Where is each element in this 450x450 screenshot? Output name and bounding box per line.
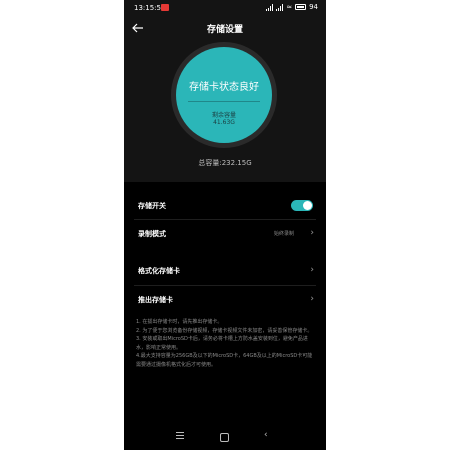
battery-level: 94 [309, 3, 318, 11]
chevron-right-icon: › [310, 294, 314, 304]
page-title: 存储设置 [206, 25, 243, 35]
status-indicators: ≈ 94 [266, 3, 318, 11]
signal-icon-2 [276, 3, 284, 11]
toggle-knob [303, 201, 312, 210]
wifi-icon: ≈ [286, 3, 293, 11]
back-triangle-icon[interactable]: ‹ [264, 430, 268, 440]
battery-icon [295, 4, 307, 10]
notes: 1. 在拔出存储卡时，请先推出存储卡。 2. 为了便于您浏览备份存储视频，存储卡… [136, 318, 316, 369]
menu-icon[interactable] [176, 432, 184, 441]
record-mode-row[interactable]: 录制模式 始终录制 › [124, 220, 326, 247]
signal-icon [266, 3, 274, 11]
note-item: 3. 安装或取出MicroSD卡后，请务必将卡槽上方防水盖安装到位，避免产品进水… [136, 336, 308, 351]
system-nav-bar: ‹ [124, 425, 326, 450]
format-card-row[interactable]: 格式化存储卡 › [124, 257, 326, 284]
phone-screen: 13:15:52 ≈ 94 存储设置 存储卡状态良好 剩余容量 41.63G 总… [124, 0, 326, 450]
chevron-right-icon: › [310, 228, 314, 238]
home-icon[interactable] [220, 433, 229, 442]
record-mode-value: 始终录制 [273, 231, 294, 237]
eject-card-label: 推出存储卡 [138, 296, 173, 304]
circle-divider [188, 101, 260, 102]
header: 存储设置 [124, 16, 326, 40]
storage-switch-toggle[interactable] [291, 200, 313, 211]
record-mode-label: 录制模式 [138, 230, 166, 238]
storage-status-panel: 存储卡状态良好 剩余容量 41.63G 总容量:232.15G [124, 40, 326, 182]
remaining-capacity-value: 41.63G [213, 119, 235, 126]
eject-card-row[interactable]: 推出存储卡 › [124, 286, 326, 313]
storage-switch-row: 存储开关 [124, 192, 326, 219]
total-capacity: 总容量:232.15G [198, 159, 252, 167]
storage-status-text: 存储卡状态良好 [189, 82, 259, 93]
storage-switch-label: 存储开关 [138, 202, 166, 210]
status-bar: 13:15:52 ≈ 94 [124, 0, 326, 16]
chevron-right-icon: › [310, 265, 314, 275]
format-card-label: 格式化存储卡 [138, 267, 180, 275]
remaining-capacity-label: 剩余容量 [211, 112, 236, 119]
status-circle: 存储卡状态良好 剩余容量 41.63G [176, 47, 272, 143]
note-item: 2. 为了便于您浏览备份存储视频，存储卡视频文件未加密，请妥善保管存储卡。 [136, 327, 313, 334]
note-item: 4.最大支持容量为256GB及以下的MicroSD卡，64GB及以上的Micro… [136, 353, 313, 368]
notification-badge-icon [161, 4, 169, 11]
note-item: 1. 在拔出存储卡时，请先推出存储卡。 [136, 319, 223, 325]
